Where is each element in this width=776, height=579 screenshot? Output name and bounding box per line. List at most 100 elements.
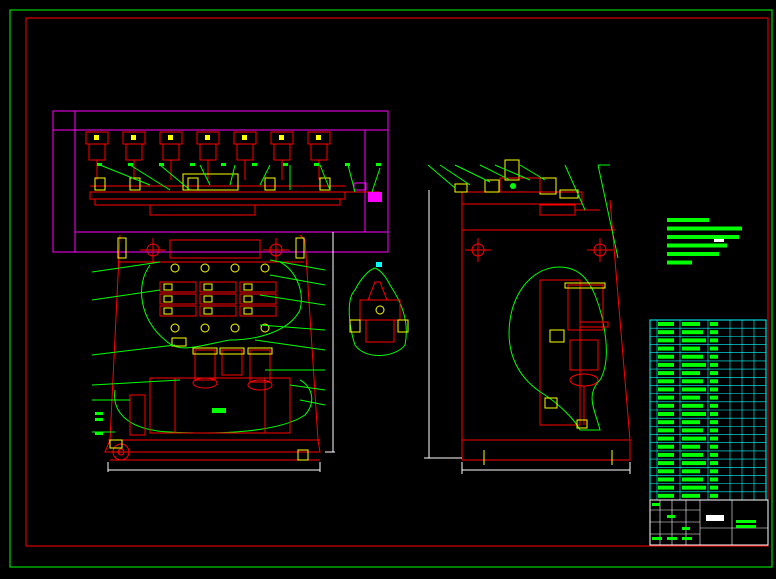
base-marker (212, 408, 226, 413)
parts-cell-text (710, 346, 718, 351)
parts-cell-text (658, 346, 674, 351)
leader-tag (314, 163, 319, 166)
parts-cell-text (682, 371, 700, 376)
parts-cell-text (658, 354, 674, 359)
leader-tag (159, 163, 164, 166)
leader-tag (345, 163, 350, 166)
parts-cell-text (682, 412, 706, 416)
parts-cell-text (658, 387, 674, 392)
punch-mark (168, 135, 173, 140)
parts-cell-text (658, 362, 674, 367)
parts-cell-text (682, 493, 700, 498)
parts-cell-text (682, 436, 706, 441)
leader-tag (97, 163, 102, 166)
punch-mark (279, 135, 284, 140)
title-cell-text (667, 515, 675, 518)
punch-mark (205, 135, 210, 140)
parts-cell-text (710, 379, 718, 384)
title-cell-text (652, 503, 660, 506)
parts-cell-text (710, 485, 718, 490)
parts-cell-text (658, 461, 674, 466)
parts-cell-text (658, 452, 674, 457)
parts-cell-text (658, 338, 674, 343)
parts-cell-text (682, 428, 703, 433)
leader-tag (376, 163, 381, 166)
parts-cell-text (682, 338, 706, 343)
parts-cell-text (710, 477, 718, 482)
title-cell-text (652, 537, 662, 540)
leader-tag (283, 163, 288, 166)
parts-cell-text (682, 330, 703, 335)
parts-cell-text (682, 346, 700, 351)
parts-cell-text (682, 485, 706, 490)
note-line (667, 243, 727, 248)
note-line (667, 218, 709, 222)
magenta-part-marker (368, 192, 382, 202)
title-cell-text (667, 537, 677, 540)
parts-cell-text (710, 452, 718, 457)
punch-mark (242, 135, 247, 140)
leader-tag (252, 163, 257, 166)
parts-cell-text (658, 444, 674, 449)
parts-cell-text (682, 403, 703, 408)
parts-cell-text (682, 322, 700, 326)
parts-cell-text (710, 387, 718, 392)
parts-cell-text (682, 379, 703, 384)
title-code-text (736, 520, 756, 523)
parts-cell-text (658, 428, 674, 433)
parts-cell-text (710, 371, 718, 376)
note-line (667, 252, 719, 256)
parts-cell-text (658, 322, 674, 326)
title-cell-text (682, 537, 692, 540)
parts-cell-text (710, 469, 718, 474)
parts-cell-text (710, 354, 718, 359)
parts-cell-text (710, 412, 718, 416)
parts-cell-text (710, 493, 718, 498)
parts-cell-text (710, 338, 718, 343)
parts-cell-text (682, 362, 706, 367)
parts-cell-text (658, 436, 674, 441)
parts-cell-text (710, 322, 718, 326)
parts-cell-text (658, 493, 674, 498)
parts-cell-text (682, 354, 703, 359)
cad-drawing-canvas (0, 0, 776, 579)
parts-cell-text (682, 469, 700, 474)
parts-cell-text (682, 452, 703, 457)
parts-cell-text (710, 461, 718, 466)
parts-cell-text (682, 444, 700, 449)
leader-tag (190, 163, 195, 166)
note-line (667, 260, 692, 265)
parts-cell-text (710, 330, 718, 335)
note-line (667, 226, 742, 231)
title-cell-text (682, 527, 690, 530)
title-code-text (736, 525, 756, 528)
parts-cell-text (682, 387, 706, 392)
punch-mark (316, 135, 321, 140)
detail-marker (376, 262, 382, 267)
parts-cell-text (710, 403, 718, 408)
parts-cell-text (710, 428, 718, 433)
parts-cell-text (682, 420, 700, 425)
parts-cell-text (658, 412, 674, 416)
side-top-dot (510, 183, 516, 189)
parts-cell-text (710, 395, 718, 400)
parts-cell-text (710, 362, 718, 367)
parts-cell-text (710, 420, 718, 425)
parts-cell-text (658, 403, 674, 408)
note-line-accent (714, 239, 724, 242)
parts-cell-text (682, 477, 703, 482)
parts-cell-text (682, 461, 706, 466)
punch-mark (131, 135, 136, 140)
parts-cell-text (682, 395, 700, 400)
parts-cell-text (658, 330, 674, 335)
parts-cell-text (710, 444, 718, 449)
parts-cell-text (710, 436, 718, 441)
parts-cell-text (658, 420, 674, 425)
leader-tag (128, 163, 133, 166)
title-name-text (706, 515, 724, 521)
parts-cell-text (658, 469, 674, 474)
parts-cell-text (658, 485, 674, 490)
parts-cell-text (658, 477, 674, 482)
parts-cell-text (658, 371, 674, 376)
parts-cell-text (658, 395, 674, 400)
